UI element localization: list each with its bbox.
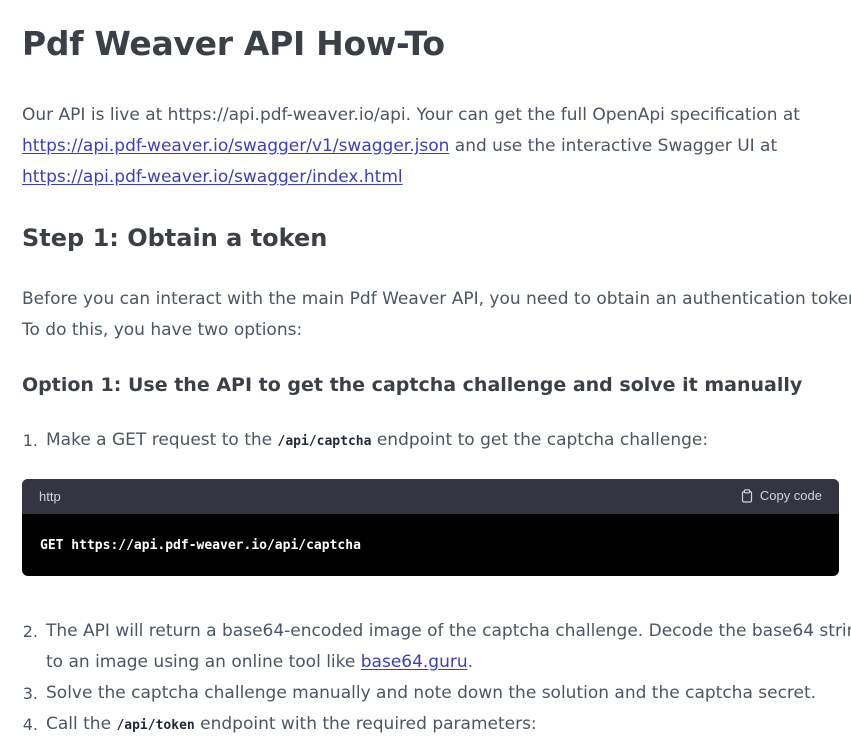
list-item-1-text-before: Make a GET request to the [46, 430, 278, 450]
step1-para-line-1: Before you can interact with the main Pd… [22, 289, 851, 309]
list-item-3: Solve the captcha challenge manually and… [46, 683, 817, 703]
copy-code-label: Copy code [759, 488, 822, 503]
option1-heading: Option 1: Use the API to get the captcha… [22, 374, 803, 396]
intro-line-1: Our API is live at https://api.pdf-weave… [22, 105, 800, 125]
list-item-1-text-after: endpoint to get the captcha challenge: [371, 430, 709, 450]
code-block: http Copy code GET https://api.pdf-weave… [22, 479, 839, 576]
list-item-2-line-1: The API will return a base64-encoded ima… [46, 621, 851, 641]
list-item-2-number: 2. [22, 622, 38, 641]
step1-heading: Step 1: Obtain a token [22, 224, 328, 252]
page-title: Pdf Weaver API How-To [22, 24, 445, 63]
list-item-2-text-before: to an image using an online tool like [46, 652, 361, 672]
code-language-label: http [39, 489, 61, 504]
clipboard-icon [741, 488, 753, 503]
list-item-4-number: 4. [22, 715, 38, 734]
list-item-4-text-after: endpoint with the required parameters: [194, 714, 537, 734]
code-block-header: http Copy code [22, 479, 839, 514]
intro-line-2-text: and use the interactive Swagger UI at [449, 136, 778, 156]
swagger-ui-link[interactable]: https://api.pdf-weaver.io/swagger/index.… [22, 167, 403, 187]
intro-line-2: https://api.pdf-weaver.io/swagger/v1/swa… [22, 131, 777, 162]
list-item-2-text-after: . [467, 652, 474, 672]
inline-code-captcha: /api/captcha [277, 434, 372, 449]
list-item-1-number: 1. [22, 431, 38, 450]
list-item-4: Call the /api/token endpoint with the re… [46, 709, 537, 741]
list-item-4-text-before: Call the [46, 714, 117, 734]
step1-para-line-2: To do this, you have two options: [22, 320, 303, 340]
list-item-3-number: 3. [22, 684, 38, 703]
base64-guru-link[interactable]: base64.guru [361, 652, 468, 672]
code-content: GET https://api.pdf-weaver.io/api/captch… [40, 538, 361, 553]
copy-code-button[interactable]: Copy code [741, 488, 822, 503]
list-item-2-line-2: to an image using an online tool like ba… [46, 647, 473, 678]
swagger-json-link[interactable]: https://api.pdf-weaver.io/swagger/v1/swa… [22, 136, 449, 156]
inline-code-token: /api/token [116, 718, 195, 733]
intro-line-3: https://api.pdf-weaver.io/swagger/index.… [22, 162, 403, 193]
list-item-1: Make a GET request to the /api/captcha e… [46, 425, 708, 457]
